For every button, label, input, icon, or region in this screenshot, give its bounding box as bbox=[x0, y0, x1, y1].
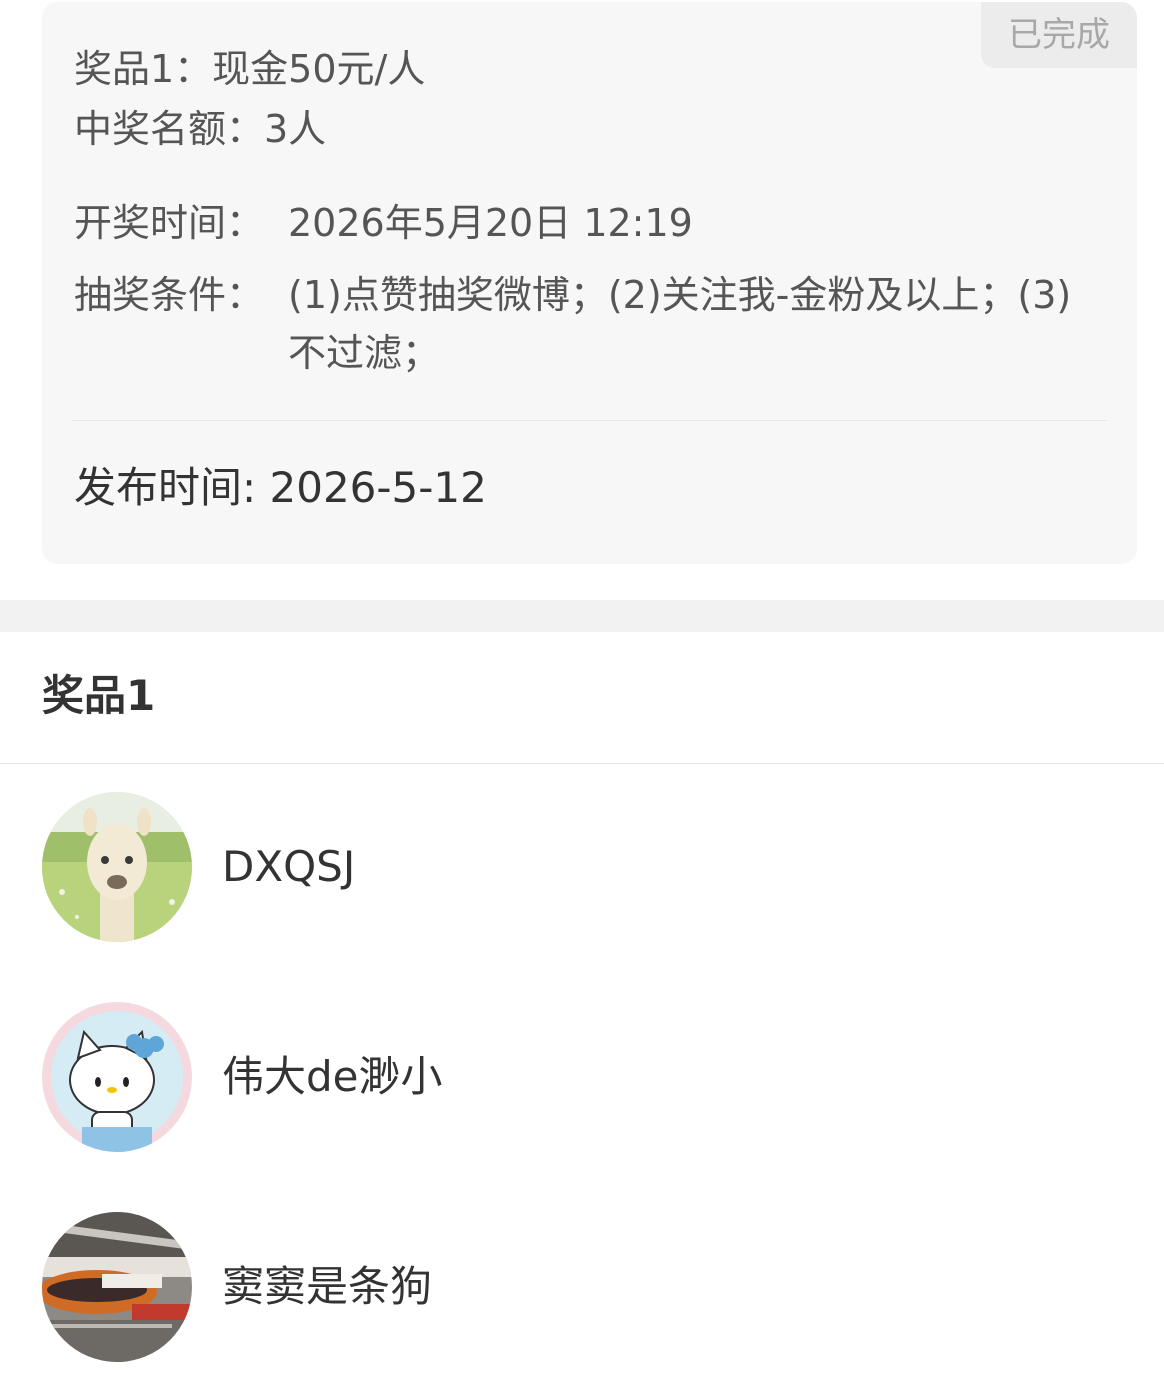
alpaca-avatar[interactable] bbox=[42, 792, 192, 942]
lottery-info-card: 已完成 奖品1：现金50元/人 中奖名额：3人 开奖时间： 2026年5月20日… bbox=[42, 2, 1137, 564]
vehicle-photo-avatar[interactable] bbox=[42, 1212, 192, 1362]
prize-line: 奖品1：现金50元/人 bbox=[74, 47, 426, 91]
status-badge: 已完成 bbox=[981, 2, 1137, 68]
winner-item-2[interactable]: 伟大de渺小 bbox=[42, 1002, 1142, 1152]
card-divider bbox=[72, 420, 1107, 421]
section-divider bbox=[0, 763, 1164, 764]
publish-time: 发布时间: 2026-5-12 bbox=[74, 463, 487, 512]
winner-item-1[interactable]: DXQSJ bbox=[42, 792, 1142, 942]
section-title: 奖品1 bbox=[42, 671, 156, 720]
winner-name[interactable]: DXQSJ bbox=[222, 792, 355, 942]
draw-time-value: 2026年5月20日 12:19 bbox=[288, 201, 693, 245]
quota-line: 中奖名额：3人 bbox=[74, 107, 327, 151]
winner-item-3[interactable]: 窦窦是条狗 bbox=[42, 1212, 1142, 1362]
winner-name[interactable]: 窦窦是条狗 bbox=[222, 1212, 432, 1362]
winner-name[interactable]: 伟大de渺小 bbox=[222, 1002, 443, 1152]
conditions-value: (1)点赞抽奖微博；(2)关注我-金粉及以上；(3)不过滤； bbox=[288, 273, 1072, 375]
conditions-label: 抽奖条件： bbox=[74, 273, 265, 317]
section-separator-band bbox=[0, 600, 1164, 632]
hello-kitty-avatar[interactable] bbox=[42, 1002, 192, 1152]
draw-time-label: 开奖时间： bbox=[74, 201, 265, 245]
